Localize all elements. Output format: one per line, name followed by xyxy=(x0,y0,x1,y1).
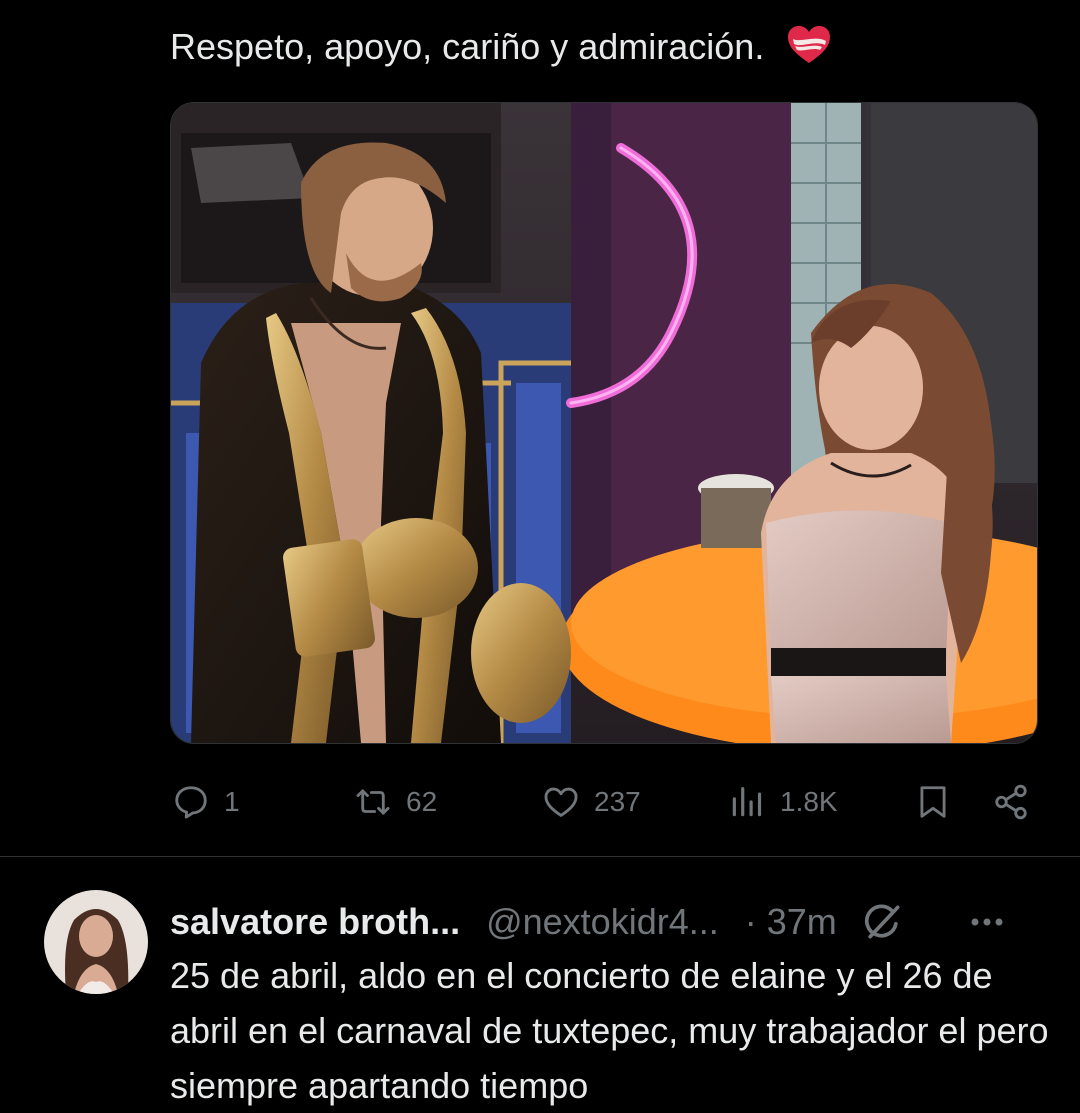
reply-button[interactable]: 1 xyxy=(172,770,240,834)
retweet-icon xyxy=(356,789,390,815)
avatar-image xyxy=(44,890,148,994)
retweet-button[interactable]: 62 xyxy=(354,770,437,834)
views-button[interactable]: 1.8K xyxy=(728,770,838,834)
mending-heart-emoji-icon xyxy=(786,25,832,76)
reply-text: 25 de abril, aldo en el concierto de ela… xyxy=(170,955,1049,1106)
tweet-divider xyxy=(0,856,1080,857)
grok-icon[interactable] xyxy=(861,900,905,944)
reply-icon xyxy=(175,786,207,819)
display-name[interactable]: salvatore broth... xyxy=(170,901,460,943)
photo-scene xyxy=(171,103,1037,743)
reply-count: 1 xyxy=(224,786,240,817)
tweet-text: Respeto, apoyo, cariño y admiración. xyxy=(170,24,1030,76)
views-icon xyxy=(732,786,762,817)
views-count: 1.8K xyxy=(780,786,838,817)
heart-icon xyxy=(544,787,578,817)
avatar[interactable] xyxy=(44,890,148,994)
separator-dot: · xyxy=(744,901,757,942)
reply-header: salvatore broth... @nextokidr4... · 37m xyxy=(170,894,1050,950)
tweet-text-content: Respeto, apoyo, cariño y admiración. xyxy=(170,26,765,67)
like-button[interactable]: 237 xyxy=(542,770,641,834)
tweet-photo[interactable] xyxy=(170,102,1038,744)
bookmark-button[interactable] xyxy=(914,770,952,834)
bookmark-icon xyxy=(920,786,946,818)
more-options-icon[interactable] xyxy=(970,894,1004,950)
share-icon xyxy=(995,784,1027,820)
reply-tweet[interactable]: salvatore broth... @nextokidr4... · 37m … xyxy=(0,880,1080,1106)
tweet-actions: 1 62 237 1.8K xyxy=(170,770,1036,834)
retweet-count: 62 xyxy=(406,786,438,817)
timestamp[interactable]: 37m xyxy=(767,901,837,943)
user-handle[interactable]: @nextokidr4... xyxy=(486,901,719,943)
like-count: 237 xyxy=(594,786,641,817)
share-button[interactable] xyxy=(992,770,1030,834)
